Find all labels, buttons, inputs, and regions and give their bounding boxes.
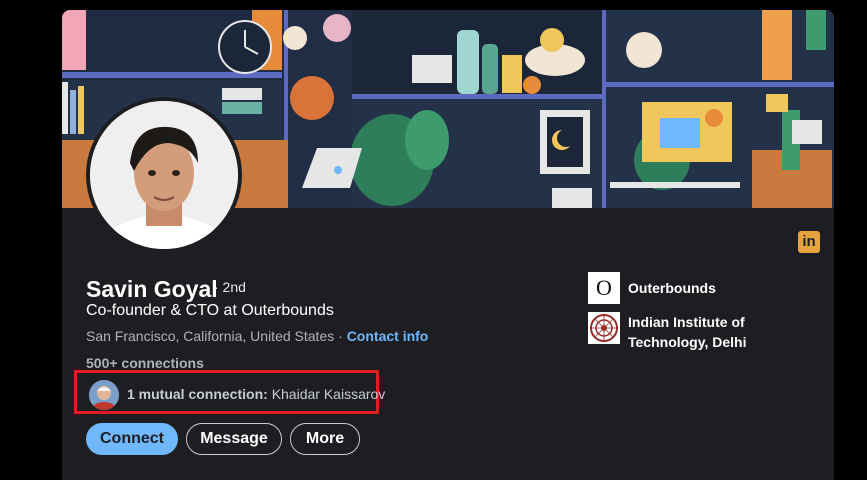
- profile-name: Savin Goyal: [86, 276, 218, 302]
- mutual-connection-label: 1 mutual connection:: [127, 386, 268, 402]
- mutual-connection-name: Khaidar Kaissarov: [271, 386, 386, 402]
- profile-avatar[interactable]: [86, 97, 242, 253]
- profile-card: in Savin Goyal · 2nd Co-founder & CTO at…: [62, 10, 834, 480]
- iit-delhi-seal-graphic: [590, 314, 618, 342]
- outerbounds-logo-letter: O: [596, 275, 612, 300]
- profile-headline: Co-founder & CTO at Outerbounds: [86, 302, 334, 319]
- linkedin-icon[interactable]: in: [798, 231, 820, 253]
- org-outerbounds[interactable]: O Outerbounds: [588, 272, 758, 304]
- mutual-connection-link[interactable]: 1 mutual connection: Khaidar Kaissarov: [74, 370, 385, 414]
- connect-button[interactable]: Connect: [86, 423, 178, 455]
- org-name-iit-delhi: Indian Institute of Technology, Delhi: [628, 314, 747, 350]
- contact-info-link[interactable]: Contact info: [347, 328, 429, 344]
- profile-photo: [90, 101, 238, 249]
- message-button[interactable]: Message: [186, 423, 282, 455]
- mutual-connection-text: 1 mutual connection: Khaidar Kaissarov: [127, 386, 385, 402]
- location-row: San Francisco, California, United States…: [86, 328, 428, 344]
- mutual-person-portrait: [89, 380, 119, 410]
- connections-count[interactable]: 500+ connections: [86, 355, 204, 371]
- connection-degree: · 2nd: [214, 279, 246, 295]
- outerbounds-logo-icon: O: [588, 272, 620, 304]
- org-name-outerbounds: Outerbounds: [628, 280, 716, 296]
- location-separator: ·: [338, 328, 343, 344]
- profile-location: San Francisco, California, United States: [86, 328, 335, 344]
- iit-delhi-seal-icon: [588, 312, 620, 344]
- org-iit-delhi[interactable]: Indian Institute of Technology, Delhi: [588, 312, 758, 352]
- more-button[interactable]: More: [290, 423, 360, 455]
- mutual-connection-avatar: [89, 380, 119, 410]
- person-portrait: [90, 101, 238, 249]
